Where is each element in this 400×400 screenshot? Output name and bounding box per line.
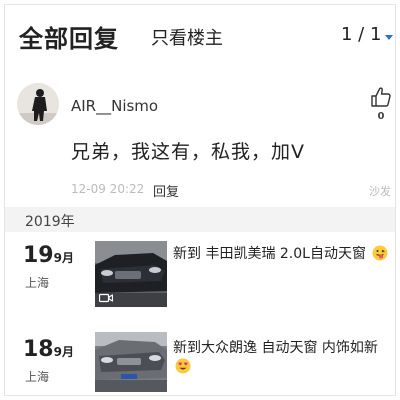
page-selector[interactable]: 1 / 1 <box>341 24 381 45</box>
like-button[interactable]: 0 <box>369 85 393 125</box>
only-host-filter[interactable]: 只看楼主 <box>151 24 223 50</box>
timeline-post[interactable]: 189月 上海 新到大众朗逸 自动天窗 内饰如新 <box>5 327 395 395</box>
post-thumbnail[interactable] <box>95 241 167 307</box>
post-date: 189月 <box>23 337 74 362</box>
post-title-text: 新到大众朗逸 自动天窗 内饰如新 <box>173 340 378 356</box>
video-camera-icon <box>99 293 113 303</box>
like-count: 0 <box>377 111 385 122</box>
avatar[interactable] <box>17 83 59 125</box>
post-date: 199月 <box>23 243 74 268</box>
post-title[interactable]: 新到大众朗逸 自动天窗 内饰如新 <box>173 339 393 377</box>
dropdown-arrow-icon[interactable] <box>385 35 393 40</box>
heart-eyes-emoji-icon <box>175 358 191 374</box>
post-title[interactable]: 新到 丰田凯美瑞 2.0L自动天窗 <box>173 245 393 264</box>
year-divider: 2019年 <box>5 207 395 232</box>
reply-panel: 全部回复 只看楼主 1 / 1 AIR__Nismo 0 兄弟，我这有，私我，加… <box>4 4 396 396</box>
timeline-post[interactable]: 199月 上海 新到 丰田凯美瑞 2.0L自动天窗 <box>5 233 395 313</box>
post-month: 9月 <box>53 251 74 265</box>
year-label: 2019年 <box>25 214 75 230</box>
header: 全部回复 只看楼主 1 / 1 <box>5 5 395 67</box>
username[interactable]: AIR__Nismo <box>71 97 158 115</box>
post-month: 9月 <box>53 345 74 359</box>
comment-item: AIR__Nismo 0 兄弟，我这有，私我，加V 12-09 20:22 回复… <box>5 67 395 207</box>
post-day: 19 <box>23 243 54 268</box>
floor-badge: 沙发 <box>369 185 391 198</box>
post-thumbnail[interactable] <box>95 332 167 392</box>
post-city: 上海 <box>25 276 50 290</box>
page-title: 全部回复 <box>19 25 119 53</box>
comment-timestamp: 12-09 20:22 <box>71 182 145 196</box>
post-city: 上海 <box>25 370 50 384</box>
thumbs-up-icon <box>371 87 391 107</box>
comment-text: 兄弟，我这有，私我，加V <box>71 141 305 163</box>
post-day: 18 <box>23 337 54 362</box>
tongue-face-emoji-icon <box>372 245 388 261</box>
reply-button[interactable]: 回复 <box>153 181 179 200</box>
post-title-text: 新到 丰田凯美瑞 2.0L自动天窗 <box>173 246 366 262</box>
